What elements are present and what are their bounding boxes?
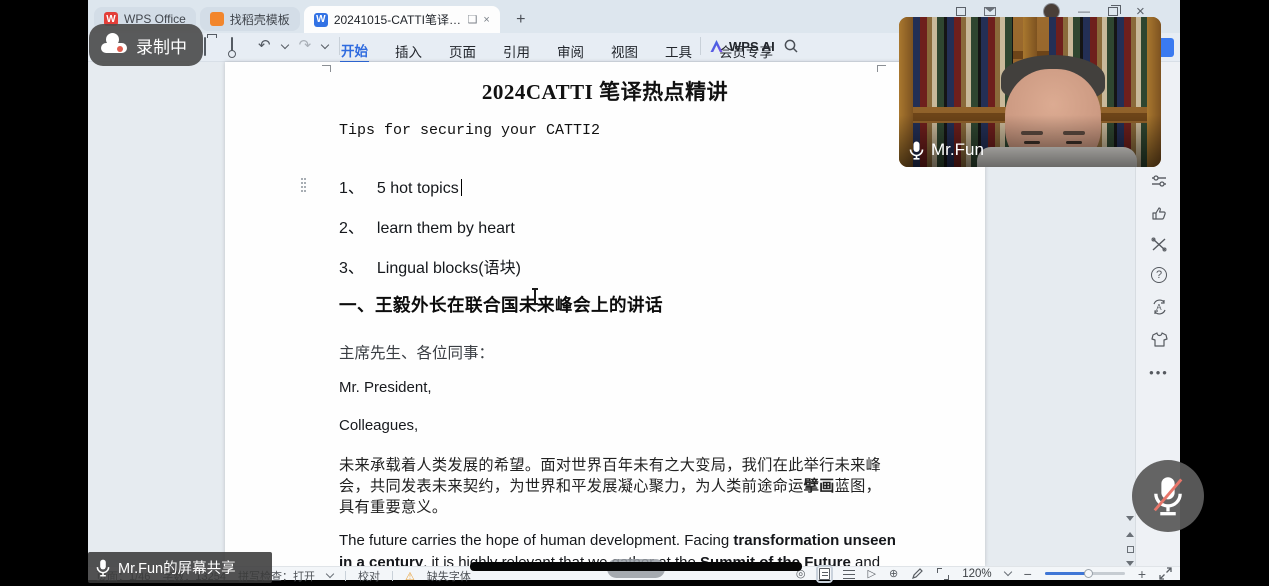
list-number: 3、 bbox=[339, 260, 364, 277]
screen-share-label: Mr.Fun的屏幕共享 bbox=[118, 557, 236, 578]
divider bbox=[700, 37, 701, 55]
select-browse-object-icon[interactable] bbox=[1124, 543, 1136, 555]
doc-heading: 一、王毅外长在联合国未来峰会上的讲话 bbox=[339, 292, 663, 317]
outline-view-icon[interactable] bbox=[843, 569, 855, 579]
new-tab-button[interactable]: + bbox=[510, 9, 532, 31]
webcam-video[interactable]: Mr.Fun bbox=[899, 17, 1161, 167]
spellcheck-dropdown-icon[interactable] bbox=[326, 570, 334, 578]
divider bbox=[345, 571, 346, 581]
skin-icon[interactable] bbox=[1148, 328, 1170, 350]
wps-ai-button[interactable]: WPS AI bbox=[709, 39, 775, 54]
salutation-en: Mr. President, bbox=[339, 379, 432, 396]
tab-window-icon[interactable]: ❑ bbox=[468, 13, 478, 26]
quick-access-toolbar: ↶ ↷ bbox=[204, 37, 340, 55]
pen-icon[interactable] bbox=[911, 567, 924, 580]
microphone-muted-button[interactable] bbox=[1132, 460, 1204, 532]
word-doc-icon: W bbox=[314, 13, 328, 27]
tab-label: 20241015-CATTI笔译热点精讲 bbox=[334, 11, 462, 28]
recording-badge[interactable]: 录制中 bbox=[89, 24, 203, 66]
menu-page[interactable]: 页面 bbox=[448, 39, 477, 63]
divider bbox=[392, 571, 393, 581]
toolbar-expand-icon[interactable] bbox=[321, 40, 329, 48]
recording-label: 录制中 bbox=[136, 33, 187, 58]
print-preview-icon[interactable] bbox=[231, 38, 247, 54]
screen-share-banner[interactable]: Mr.Fun的屏幕共享 bbox=[88, 552, 272, 583]
more-icon[interactable]: ••• bbox=[1148, 361, 1170, 383]
cloud-record-icon bbox=[101, 37, 127, 53]
wps-ai-label: WPS AI bbox=[729, 39, 775, 54]
ibeam-cursor bbox=[531, 288, 539, 305]
toolbar-window-icon[interactable] bbox=[956, 7, 966, 16]
webcam-name-label: Mr.Fun bbox=[909, 140, 984, 160]
list-text: Lingual blocks(语块) bbox=[377, 260, 521, 277]
list-number: 1、 bbox=[339, 180, 364, 197]
docer-icon bbox=[210, 12, 224, 26]
list-item: 3、 Lingual blocks(语块) bbox=[339, 254, 521, 278]
zoom-dropdown-icon[interactable] bbox=[1003, 567, 1011, 575]
document-page[interactable]: 2024CATTI 笔译热点精讲 Tips for securing your … bbox=[225, 62, 985, 566]
menu-review[interactable]: 审阅 bbox=[556, 39, 585, 63]
zoom-out-button[interactable]: − bbox=[1024, 568, 1032, 580]
mic-icon bbox=[96, 559, 110, 577]
menu-insert[interactable]: 插入 bbox=[394, 39, 423, 63]
undo-dropdown-icon[interactable] bbox=[280, 40, 288, 48]
doc-title: 2024CATTI 笔译热点精讲 bbox=[225, 76, 985, 106]
zoom-slider-knob[interactable] bbox=[1084, 569, 1093, 578]
print-icon[interactable] bbox=[204, 38, 220, 54]
list-item: 1、 5 hot topics bbox=[339, 174, 462, 198]
list-text: 5 hot topics bbox=[377, 180, 459, 197]
text-cursor bbox=[461, 179, 462, 196]
tab-close-icon[interactable]: × bbox=[483, 14, 489, 26]
fit-page-icon[interactable] bbox=[937, 568, 949, 580]
tab-docer-templates[interactable]: 找稻壳模板 bbox=[200, 7, 300, 31]
wps-ai-icon bbox=[709, 39, 724, 53]
help-icon[interactable]: ? bbox=[1148, 264, 1170, 286]
tab-label: 找稻壳模板 bbox=[230, 11, 290, 28]
page-layout-view-icon[interactable] bbox=[819, 568, 830, 580]
missing-font-button[interactable]: 缺失字体 bbox=[427, 568, 471, 584]
menu-tools[interactable]: 工具 bbox=[664, 39, 693, 63]
salutation-cn: 主席先生、各位同事： bbox=[339, 341, 494, 363]
quick-tools-icon[interactable] bbox=[1148, 233, 1170, 255]
menu-reference[interactable]: 引用 bbox=[502, 39, 531, 63]
list-number: 2、 bbox=[339, 220, 364, 237]
warning-icon: ⚠ bbox=[405, 570, 415, 583]
salutation-en: Colleagues, bbox=[339, 417, 418, 434]
mic-muted-icon bbox=[1151, 475, 1185, 517]
tab-active-document[interactable]: W 20241015-CATTI笔译热点精讲 ❑ × bbox=[304, 6, 500, 33]
ribbon-right: WPS AI bbox=[700, 37, 799, 55]
undo-icon[interactable]: ↶ bbox=[258, 38, 271, 54]
margin-mark bbox=[877, 65, 886, 72]
translate-icon[interactable]: A bbox=[1148, 296, 1170, 318]
zoom-in-button[interactable]: + bbox=[1138, 568, 1146, 580]
restore-button[interactable] bbox=[1108, 7, 1118, 16]
zoom-slider[interactable] bbox=[1045, 572, 1125, 575]
paragraph-drag-handle-icon[interactable] bbox=[301, 178, 307, 194]
redo-icon[interactable]: ↷ bbox=[299, 38, 312, 54]
scroll-down-icon[interactable] bbox=[1124, 512, 1136, 524]
recommend-icon[interactable] bbox=[1148, 202, 1170, 224]
margin-mark bbox=[322, 65, 331, 72]
list-item: 2、 learn them by heart bbox=[339, 214, 515, 238]
search-icon[interactable] bbox=[783, 38, 799, 54]
paragraph-cn: 未来承载着人类发展的希望。面对世界百年未有之大变局，我们在此举行未来峰 会，共同… bbox=[339, 453, 881, 516]
list-text: learn them by heart bbox=[377, 220, 515, 237]
mic-icon bbox=[909, 141, 924, 160]
proofread-button[interactable]: 校对 bbox=[358, 568, 380, 584]
zoom-level[interactable]: 120% bbox=[962, 568, 991, 580]
doc-subtitle: Tips for securing your CATTI2 bbox=[339, 122, 600, 139]
meeting-screen-share-view: W WPS Office 找稻壳模板 W 20241015-CATTI笔译热点精… bbox=[0, 0, 1269, 586]
fullscreen-icon[interactable] bbox=[1159, 567, 1172, 580]
read-mode-icon[interactable]: ▷ bbox=[868, 568, 876, 580]
previous-page-icon[interactable] bbox=[1124, 528, 1136, 540]
redaction-bar bbox=[470, 562, 802, 571]
menu-home[interactable]: 开始 bbox=[340, 38, 369, 63]
svg-text:A: A bbox=[1156, 303, 1162, 312]
toolbar-message-icon[interactable] bbox=[984, 7, 996, 16]
minimize-button[interactable]: — bbox=[1078, 4, 1090, 18]
adjust-sliders-icon[interactable] bbox=[1148, 170, 1170, 192]
web-layout-icon[interactable]: ⊕ bbox=[889, 568, 898, 580]
menu-view[interactable]: 视图 bbox=[610, 39, 639, 63]
